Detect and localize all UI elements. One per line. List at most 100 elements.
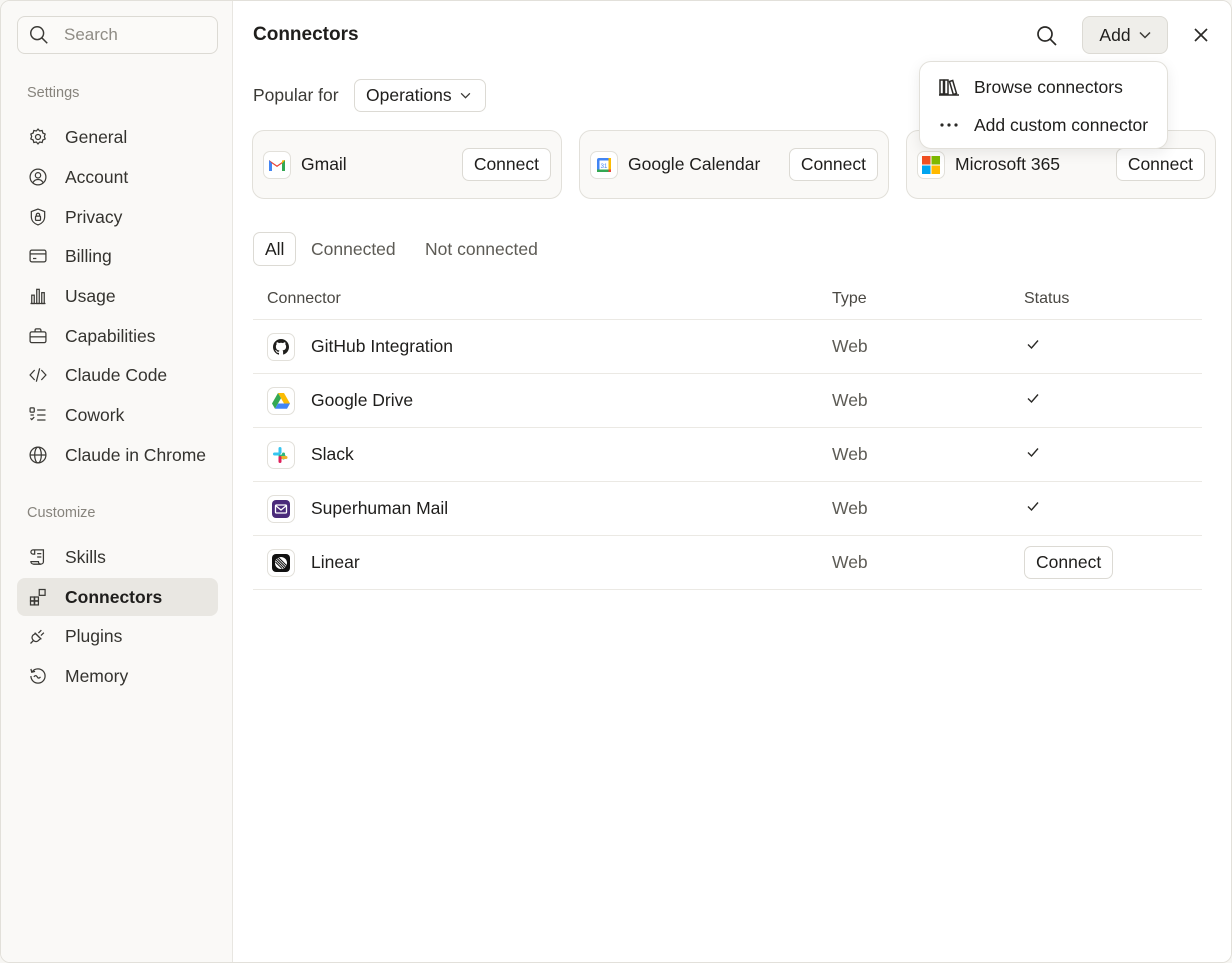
scroll-icon <box>27 546 49 568</box>
shield-lock-icon <box>27 206 49 228</box>
bar-chart-icon <box>27 285 49 307</box>
settings-section-label: Settings <box>27 85 80 101</box>
search-button[interactable] <box>1033 22 1061 50</box>
check-icon <box>1025 390 1041 411</box>
tab-all[interactable]: All <box>253 232 297 266</box>
sidebar-item-claude-code[interactable]: Claude Code <box>17 356 218 394</box>
add-menu: Browse connectors Add custom connector <box>919 61 1168 149</box>
connector-type: Web <box>832 444 868 464</box>
sidebar-item-general[interactable]: General <box>17 118 218 156</box>
library-icon <box>939 79 959 96</box>
sidebar-item-connectors[interactable]: Connectors <box>17 578 218 616</box>
menu-item-label: Add custom connector <box>974 114 1149 135</box>
sidebar-item-label: Account <box>65 166 129 187</box>
sidebar-item-memory[interactable]: Memory <box>17 657 218 695</box>
sidebar-item-billing[interactable]: Billing <box>17 237 218 275</box>
menu-item-browse-connectors[interactable]: Browse connectors <box>920 68 1169 106</box>
gear-icon <box>27 126 49 148</box>
popular-card-gmail: Gmail Connect <box>252 130 562 199</box>
sidebar-item-label: Cowork <box>65 404 125 425</box>
connector-type: Web <box>832 390 868 410</box>
microsoft-365-icon <box>917 150 945 179</box>
popular-for-label: Popular for <box>253 85 339 105</box>
add-button-label: Add <box>1099 24 1131 45</box>
connector-name: Linear <box>311 552 360 572</box>
connect-button[interactable]: Connect <box>788 148 878 181</box>
sidebar-item-label: General <box>65 126 128 147</box>
connector-type: Web <box>832 336 868 356</box>
sidebar-item-claude-in-chrome[interactable]: Claude in Chrome <box>17 436 218 474</box>
chevron-down-icon <box>1139 31 1151 39</box>
gmail-icon <box>263 150 291 179</box>
close-button[interactable] <box>1189 23 1213 47</box>
main-panel: Connectors Add Browse connectors Add cus… <box>233 1 1231 962</box>
sidebar-item-label: Claude Code <box>65 364 168 385</box>
sidebar: Settings General Account Privacy Billing… <box>1 1 233 962</box>
user-circle-icon <box>27 166 49 188</box>
search-input[interactable] <box>64 25 204 45</box>
tab-connected[interactable]: Connected <box>300 232 407 266</box>
connect-button[interactable]: Connect <box>1024 546 1114 579</box>
sidebar-item-plugins[interactable]: Plugins <box>17 617 218 655</box>
check-icon <box>1025 336 1041 357</box>
linear-icon <box>267 549 295 577</box>
briefcase-icon <box>27 325 49 347</box>
google-calendar-icon: 31 <box>590 150 618 179</box>
svg-text:31: 31 <box>601 164 608 170</box>
sidebar-item-usage[interactable]: Usage <box>17 277 218 315</box>
check-icon <box>1025 444 1041 465</box>
menu-item-label: Browse connectors <box>974 76 1123 97</box>
sidebar-item-label: Memory <box>65 665 129 686</box>
table-row[interactable]: Google Drive Web <box>253 374 1202 428</box>
more-horizontal-icon <box>940 123 958 127</box>
sidebar-item-label: Claude in Chrome <box>65 444 207 465</box>
menu-item-add-custom-connector[interactable]: Add custom connector <box>920 106 1169 144</box>
card-name: Google Calendar <box>628 154 761 174</box>
sidebar-item-privacy[interactable]: Privacy <box>17 198 218 236</box>
credit-card-icon <box>27 245 49 267</box>
table-row[interactable]: Superhuman Mail Web <box>253 482 1202 536</box>
sidebar-item-skills[interactable]: Skills <box>17 538 218 576</box>
sidebar-item-capabilities[interactable]: Capabilities <box>17 317 218 355</box>
sidebar-item-label: Billing <box>65 245 112 266</box>
connector-name: GitHub Integration <box>311 336 454 356</box>
connector-name: Google Drive <box>311 390 414 410</box>
page-title: Connectors <box>253 24 359 45</box>
popular-category-value: Operations <box>366 85 452 105</box>
connect-button[interactable]: Connect <box>461 148 551 181</box>
add-button[interactable]: Add <box>1082 16 1168 54</box>
sidebar-item-cowork[interactable]: Cowork <box>17 396 218 434</box>
sidebar-item-account[interactable]: Account <box>17 158 218 196</box>
column-header-connector: Connector <box>267 290 341 307</box>
blocks-icon <box>27 586 49 608</box>
sidebar-item-label: Privacy <box>65 206 123 227</box>
connect-button[interactable]: Connect <box>1115 148 1205 181</box>
popular-category-select[interactable]: Operations <box>354 79 486 112</box>
table-row[interactable]: Slack Web <box>253 428 1202 482</box>
search-icon <box>30 26 48 44</box>
close-icon <box>1194 28 1208 42</box>
tab-not-connected[interactable]: Not connected <box>414 232 549 266</box>
slack-icon <box>267 441 295 469</box>
connector-name: Slack <box>311 444 354 464</box>
sidebar-item-label: Capabilities <box>65 325 156 346</box>
customize-section-label: Customize <box>27 505 96 521</box>
checklist-icon <box>27 404 49 426</box>
superhuman-mail-icon <box>267 495 295 523</box>
sidebar-item-label: Connectors <box>65 586 163 607</box>
connector-type: Web <box>832 498 868 518</box>
search-box[interactable] <box>17 16 218 54</box>
github-icon <box>267 333 295 361</box>
connector-name: Superhuman Mail <box>311 498 449 518</box>
search-icon <box>1037 26 1057 46</box>
column-header-status: Status <box>1024 290 1070 307</box>
card-name: Gmail <box>301 154 347 174</box>
plug-icon <box>27 625 49 647</box>
globe-icon <box>27 444 49 466</box>
card-name: Microsoft 365 <box>955 154 1061 174</box>
connector-type: Web <box>832 552 868 572</box>
table-row[interactable]: GitHub Integration Web <box>253 320 1202 374</box>
sidebar-item-label: Skills <box>65 546 106 567</box>
check-icon <box>1025 498 1041 519</box>
table-row[interactable]: Linear Web Connect <box>253 536 1202 590</box>
